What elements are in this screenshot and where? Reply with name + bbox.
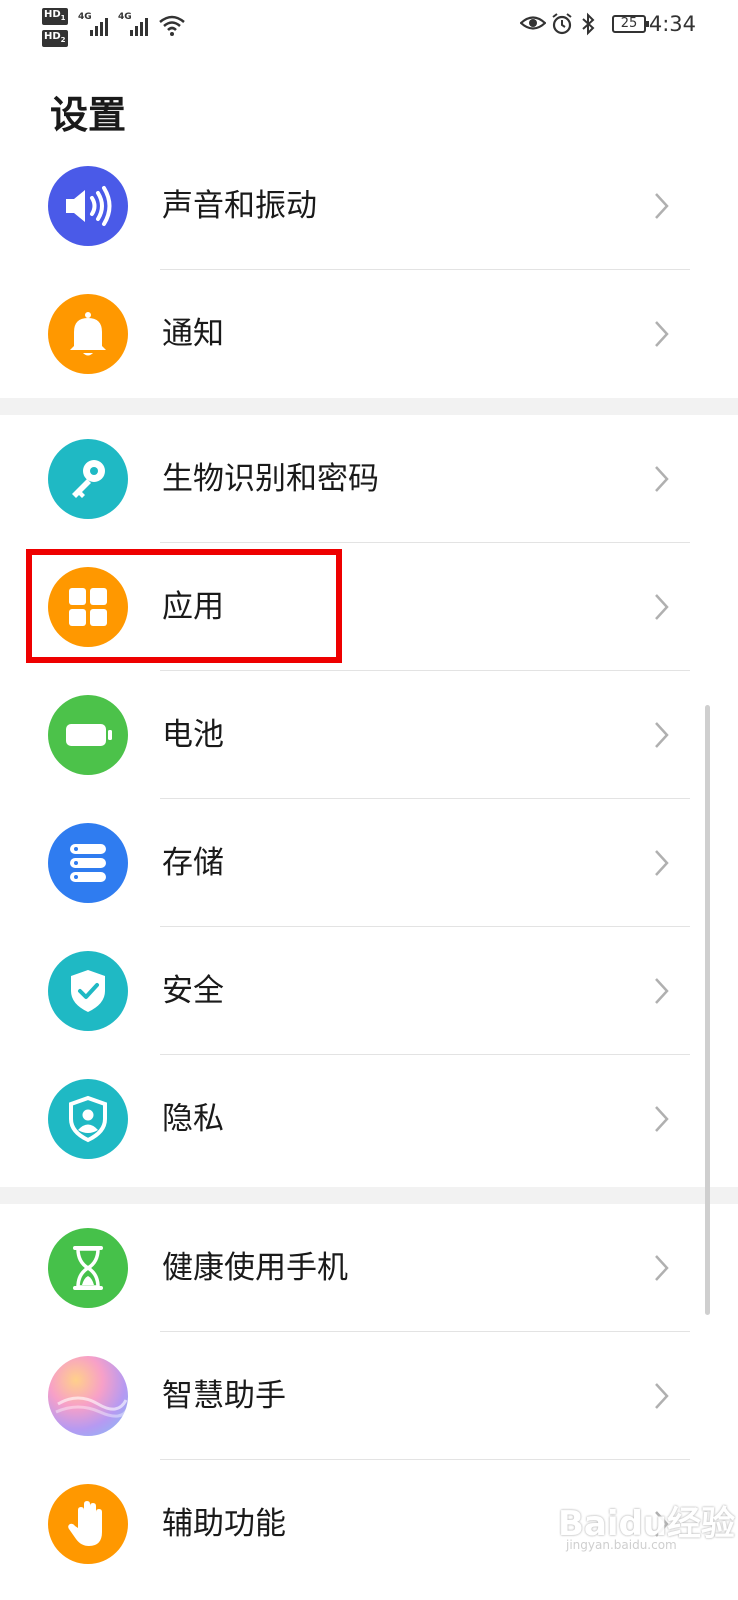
settings-item-security[interactable]: 安全 — [0, 927, 738, 1055]
chevron-right-icon — [655, 978, 669, 1004]
bluetooth-icon — [582, 12, 595, 36]
chevron-right-icon — [655, 466, 669, 492]
settings-item-biometrics[interactable]: 生物识别和密码 — [0, 415, 738, 543]
wifi-icon — [159, 15, 185, 36]
settings-group-1: 声音和振动 通知 — [0, 142, 738, 398]
settings-group-2: 生物识别和密码 应用 电池 存储 安全 隐私 — [0, 415, 738, 1187]
annotation-highlight-box — [26, 549, 342, 663]
settings-item-digital-balance[interactable]: 健康使用手机 — [0, 1204, 738, 1332]
watermark-url: jingyan.baidu.com — [566, 1538, 677, 1552]
settings-item-label: 声音和振动 — [162, 188, 317, 224]
chevron-right-icon — [655, 1255, 669, 1281]
chevron-right-icon — [655, 850, 669, 876]
settings-item-label: 健康使用手机 — [162, 1250, 348, 1286]
chevron-right-icon — [655, 1383, 669, 1409]
hd-badge-1: HD1 — [42, 8, 68, 25]
clock: 4:34 — [648, 12, 696, 36]
chevron-right-icon — [655, 722, 669, 748]
shield-check-icon — [48, 951, 128, 1031]
settings-item-label: 智慧助手 — [162, 1378, 286, 1414]
hand-icon — [48, 1484, 128, 1564]
settings-item-sound[interactable]: 声音和振动 — [0, 142, 738, 270]
settings-item-battery[interactable]: 电池 — [0, 671, 738, 799]
hd-badge-2: HD2 — [42, 30, 68, 47]
settings-item-label: 隐私 — [162, 1101, 224, 1137]
chevron-right-icon — [655, 321, 669, 347]
settings-item-label: 辅助功能 — [162, 1506, 286, 1542]
assistant-orb-icon — [48, 1356, 128, 1436]
settings-item-privacy[interactable]: 隐私 — [0, 1055, 738, 1183]
section-gap — [0, 1187, 738, 1204]
battery-indicator: 25 — [612, 15, 649, 33]
battery-icon — [48, 695, 128, 775]
settings-item-label: 存储 — [162, 845, 224, 881]
speaker-icon — [48, 166, 128, 246]
eye-icon — [520, 16, 546, 30]
settings-item-smart-assistant[interactable]: 智慧助手 — [0, 1332, 738, 1460]
settings-item-label: 电池 — [162, 717, 224, 753]
storage-icon — [48, 823, 128, 903]
scrollbar[interactable] — [705, 705, 710, 1315]
bell-icon — [48, 294, 128, 374]
page-title: 设置 — [50, 93, 127, 137]
chevron-right-icon — [655, 594, 669, 620]
settings-item-notifications[interactable]: 通知 — [0, 270, 738, 398]
settings-item-label: 生物识别和密码 — [162, 461, 379, 497]
settings-item-label: 通知 — [162, 316, 224, 352]
privacy-shield-icon — [48, 1079, 128, 1159]
status-bar: HD1 HD2 4G 4G 25 4:34 — [0, 0, 738, 52]
settings-item-label: 安全 — [162, 973, 224, 1009]
hourglass-icon — [48, 1228, 128, 1308]
alarm-icon — [552, 13, 572, 35]
chevron-right-icon — [655, 1106, 669, 1132]
chevron-right-icon — [655, 193, 669, 219]
section-gap — [0, 398, 738, 415]
key-icon — [48, 439, 128, 519]
settings-item-storage[interactable]: 存储 — [0, 799, 738, 927]
